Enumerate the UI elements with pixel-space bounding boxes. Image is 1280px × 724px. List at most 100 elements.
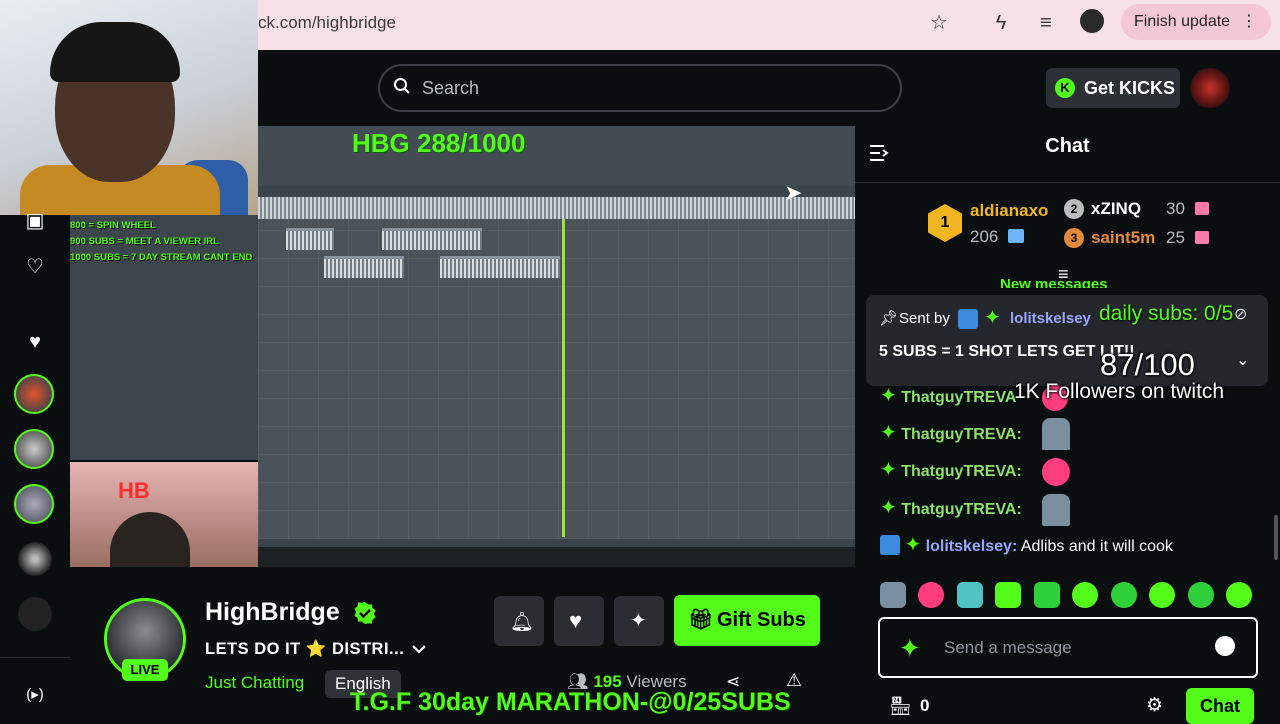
windows-taskbar xyxy=(258,547,855,567)
sparkle-icon: ✦ xyxy=(630,610,647,632)
store-icon[interactable]: 🏪︎ xyxy=(889,696,912,717)
chat-scrollbar[interactable] xyxy=(1274,515,1278,560)
emoji-picker-icon[interactable] xyxy=(1215,636,1235,656)
audio-clip xyxy=(440,256,560,278)
emote-icon[interactable] xyxy=(880,582,906,608)
sub-goal-item: 900 SUBS = MEET A VIEWER IRL xyxy=(70,236,219,247)
moderator-badge-icon xyxy=(958,309,978,329)
send-chat-button[interactable]: Chat xyxy=(1186,688,1254,724)
channel-name[interactable]: HighBridge xyxy=(205,598,340,627)
gift-icon xyxy=(1195,202,1209,215)
audio-clip xyxy=(382,228,482,250)
daw-waveform-track xyxy=(258,197,855,219)
new-messages-label[interactable]: New messages xyxy=(1000,276,1108,288)
marathon-banner: T.G.F 30day MARATHON-@0/25SUBS xyxy=(350,688,791,716)
daw-toolbar xyxy=(258,126,855,186)
user-avatar[interactable] xyxy=(1190,68,1230,108)
verified-icon xyxy=(354,602,376,624)
subscriber-badge-icon: ✦ xyxy=(880,385,897,407)
sparkle-button[interactable]: ✦ xyxy=(614,596,664,646)
notifications-button[interactable]: 🔔︎ xyxy=(494,596,544,646)
chevron-down-icon[interactable]: ⌄ xyxy=(1236,350,1249,370)
mouse-cursor-icon: ➤ xyxy=(784,180,803,205)
emote-icon[interactable] xyxy=(1110,582,1137,608)
chat-username[interactable]: ThatguyTREVA: xyxy=(901,463,1022,480)
profile-icon[interactable] xyxy=(1080,9,1104,33)
address-bar[interactable]: ck.com/highbridge xyxy=(258,10,968,40)
chat-message-text: Adlibs and it will cook xyxy=(1017,538,1173,555)
pin-icon: 📌︎ xyxy=(879,310,899,327)
audio-clip xyxy=(286,228,334,250)
expand-sidebar-icon[interactable]: (▸) xyxy=(15,685,55,703)
pinned-sender[interactable]: lolitskelsey xyxy=(1010,310,1091,327)
subscriber-badge-icon: ✦ xyxy=(880,459,897,481)
leaderboard-amount: 30 xyxy=(1166,199,1185,218)
emote-icon[interactable] xyxy=(1072,582,1099,608)
chat-username[interactable]: lolitskelsey: xyxy=(926,538,1018,555)
chat-message: ✦ ThatguyTREVA: xyxy=(880,455,1022,485)
moderator-badge-icon xyxy=(880,535,900,555)
follow-button[interactable]: ♥ xyxy=(554,596,604,646)
pinned-sent-by: Sent by xyxy=(899,310,950,327)
chat-message-input[interactable]: Send a message xyxy=(878,617,1258,678)
daily-subs-overlay: daily subs: 0/5 xyxy=(1099,302,1234,325)
sidebar-channel-avatar[interactable] xyxy=(14,374,54,414)
kebab-menu-icon[interactable]: ⋮ xyxy=(1241,4,1257,40)
star-icon[interactable]: ☆ xyxy=(926,10,952,36)
sub-goal-item: 800 = SPIN WHEEL xyxy=(70,220,156,231)
bell-icon: 🔔︎ xyxy=(510,612,535,633)
sidebar-channel-avatar[interactable] xyxy=(18,542,52,576)
pinned-text: 5 SUBS = 1 SHOT LETS GET LIT!! xyxy=(879,343,1135,360)
emote-icon[interactable] xyxy=(1187,582,1214,608)
live-badge: LIVE xyxy=(122,659,168,681)
finish-update-button[interactable]: Finish update ⋮ xyxy=(1121,4,1271,40)
leaderboard-name[interactable]: aldianaxo xyxy=(970,201,1048,221)
emote-icon[interactable] xyxy=(1033,582,1060,608)
sidebar-channel-avatar[interactable] xyxy=(18,597,52,631)
unpin-icon[interactable]: ⊘ xyxy=(1234,304,1247,324)
leaderboard-name[interactable]: xZINQ xyxy=(1091,199,1141,219)
hb-neon-logo: HB xyxy=(118,478,150,503)
following-icon[interactable]: ▣ xyxy=(15,208,55,233)
emote-icon[interactable] xyxy=(956,582,983,608)
webcam-person xyxy=(110,512,190,567)
leaderboard-amount: 25 xyxy=(1166,228,1185,247)
audio-clip xyxy=(324,256,404,278)
playlist-icon[interactable]: ≡ xyxy=(1033,10,1059,36)
sidebar-channel-avatar[interactable] xyxy=(14,429,54,469)
emote-icon[interactable] xyxy=(1226,582,1253,608)
emote-icon xyxy=(1042,494,1070,526)
sidebar-divider xyxy=(0,657,70,658)
gift-subs-button[interactable]: 🎁︎ Gift Subs xyxy=(674,595,820,646)
search-input[interactable]: Search xyxy=(378,64,902,112)
chat-message: ✦ lolitskelsey: Adlibs and it will cook xyxy=(880,530,1173,560)
collapse-chat-icon[interactable] xyxy=(868,143,890,163)
chat-username[interactable]: ThatguyTREVA: xyxy=(901,426,1022,443)
kicks-icon: K xyxy=(1055,78,1075,98)
settings-gear-icon[interactable]: ⚙ xyxy=(1146,694,1163,717)
emote-icon[interactable] xyxy=(1149,582,1176,608)
rank-2-badge: 2 xyxy=(1064,199,1084,219)
emote-icon xyxy=(1042,418,1070,450)
sidebar-channel-avatar[interactable] xyxy=(14,484,54,524)
chat-divider xyxy=(855,182,1280,183)
second-webcam xyxy=(70,462,258,567)
sub-goals-list: 800 = SPIN WHEEL 900 SUBS = MEET A VIEWE… xyxy=(70,218,252,266)
lightning-icon[interactable]: ϟ xyxy=(988,10,1014,36)
chat-username[interactable]: ThatguyTREVA xyxy=(901,389,1016,406)
chat-message: ✦ ThatguyTREVA: xyxy=(880,418,1022,448)
quick-emote-bar xyxy=(880,582,1260,612)
chat-username[interactable]: ThatguyTREVA: xyxy=(901,501,1022,518)
sub-goal-item: 1000 SUBS = 7 DAY STREAM CANT END xyxy=(70,252,253,263)
hbg-counter: HBG 288/1000 xyxy=(352,128,526,158)
gift-subs-label: Gift Subs xyxy=(717,609,806,631)
heart-icon[interactable]: ♥ xyxy=(15,331,55,354)
chat-message: ✦ ThatguyTREVA xyxy=(880,381,1016,411)
emote-icon[interactable] xyxy=(995,582,1022,608)
chevron-down-icon[interactable] xyxy=(410,640,428,658)
kick-sparkle-icon[interactable]: ✦ xyxy=(899,633,921,664)
leaderboard-name[interactable]: saint5m xyxy=(1091,228,1155,248)
stream-category[interactable]: Just Chatting xyxy=(205,673,304,693)
emote-icon[interactable] xyxy=(918,582,945,608)
heart-outline-icon[interactable]: ♡ xyxy=(15,254,55,279)
